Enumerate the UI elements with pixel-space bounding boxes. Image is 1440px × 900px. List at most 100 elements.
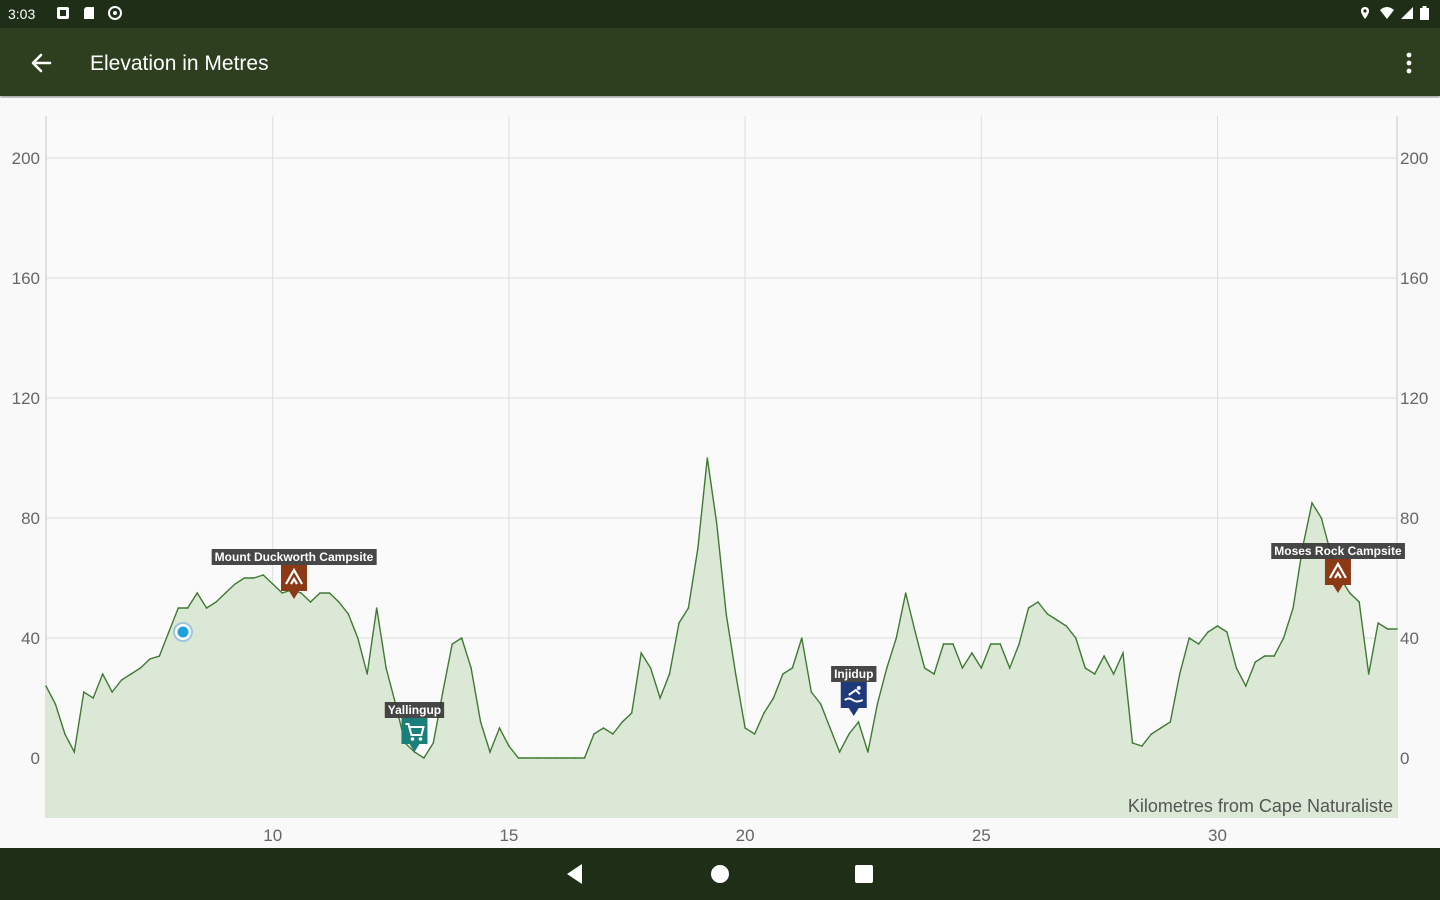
elevation-point — [1348, 592, 1351, 594]
waypoint-label: Moses Rock Campsite — [1274, 544, 1402, 558]
elevation-point — [1027, 607, 1030, 609]
elevation-point — [857, 721, 860, 723]
elevation-point — [1358, 601, 1361, 603]
elevation-point — [1226, 631, 1228, 633]
location-icon — [1361, 7, 1369, 19]
elevation-point — [989, 643, 992, 645]
signal-icon — [1401, 7, 1413, 19]
nav-recents-icon[interactable] — [849, 860, 879, 888]
elevation-point — [621, 721, 624, 723]
elevation-point — [838, 751, 841, 753]
elevation-point — [1018, 643, 1020, 645]
elevation-point — [1377, 622, 1379, 624]
elevation-point — [1273, 655, 1275, 657]
elevation-point — [810, 691, 813, 693]
y-tick-label-left: 120 — [12, 389, 40, 408]
elevation-point — [508, 745, 510, 747]
elevation-point — [451, 643, 454, 645]
elevation-point — [328, 592, 331, 594]
elevation-point — [101, 673, 104, 675]
elevation-point — [1367, 673, 1370, 675]
elevation-point — [555, 757, 557, 759]
elevation-point — [1150, 733, 1153, 735]
battery-icon — [1420, 6, 1429, 20]
elevation-point — [678, 622, 680, 624]
app-bar: Elevation in Metres — [0, 28, 1440, 96]
elevation-point — [564, 757, 567, 759]
elevation-point — [423, 757, 425, 759]
elevation-point — [753, 733, 756, 735]
elevation-point — [92, 697, 95, 699]
waypoint-label: Mount Duckworth Campsite — [215, 550, 374, 564]
elevation-point — [1093, 673, 1096, 675]
elevation-point — [819, 703, 822, 705]
elevation-chart-area[interactable]: 0 0 40 40 80 80 120 120 160 160 200 200 10 15 20 25 30 Ki… — [0, 98, 1440, 848]
cart-wheel — [418, 737, 423, 741]
y-tick-label-left: 80 — [21, 509, 40, 528]
elevation-point — [168, 631, 170, 633]
elevation-point — [1235, 667, 1238, 669]
elevation-point — [158, 655, 161, 657]
elevation-point — [1112, 673, 1115, 675]
elevation-point — [876, 703, 879, 705]
elevation-point — [763, 712, 765, 714]
elevation-point — [1197, 643, 1200, 645]
y-tick-label-left: 0 — [31, 749, 40, 768]
notification-icon — [57, 7, 69, 19]
navigation-bar — [0, 848, 1440, 900]
elevation-point — [697, 547, 699, 549]
y-tick-label-right: 160 — [1400, 269, 1428, 288]
elevation-point — [1320, 517, 1323, 519]
y-tick-label-left: 160 — [12, 269, 40, 288]
elevation-point — [602, 727, 605, 729]
elevation-point — [82, 691, 85, 693]
x-tick-label: 25 — [972, 826, 991, 845]
elevation-point — [1282, 637, 1285, 639]
elevation-point — [281, 592, 283, 594]
location-marker-dot — [177, 626, 189, 638]
elevation-point — [1207, 631, 1209, 633]
elevation-point — [715, 523, 718, 525]
elevation-point — [300, 592, 302, 594]
elevation-point — [545, 757, 548, 759]
elevation-point — [649, 667, 652, 669]
elevation-point — [120, 679, 123, 681]
elevation-point — [734, 673, 737, 675]
elevation-point — [1074, 637, 1077, 639]
y-tick-label-right: 40 — [1400, 629, 1419, 648]
elevation-point — [54, 703, 57, 705]
elevation-point — [1084, 667, 1087, 669]
elevation-point — [630, 712, 633, 714]
nav-home-icon[interactable] — [705, 860, 735, 888]
x-tick-label: 20 — [736, 826, 755, 845]
elevation-point — [1245, 685, 1247, 687]
elevation-point — [583, 757, 586, 759]
elevation-point — [338, 601, 340, 603]
elevation-point — [1169, 721, 1172, 723]
arrow-back-icon[interactable] — [24, 46, 58, 80]
elevation-point — [782, 673, 784, 675]
elevation-point — [1216, 625, 1219, 627]
elevation-point — [149, 658, 151, 660]
elevation-point — [385, 667, 387, 669]
elevation-point — [1386, 628, 1389, 630]
elevation-point — [205, 607, 208, 609]
y-tick-label-left: 200 — [12, 149, 40, 168]
elevation-point — [432, 742, 435, 744]
y-tick-label-right: 200 — [1400, 149, 1428, 168]
nav-back-icon[interactable] — [560, 860, 590, 888]
elevation-point — [177, 607, 180, 609]
elevation-point — [895, 637, 898, 639]
status-bar: 3:03 — [0, 0, 1440, 28]
elevation-point — [1065, 625, 1068, 627]
elevation-point — [791, 667, 794, 669]
elevation-chart[interactable]: 0 0 40 40 80 80 120 120 160 160 200 200 10 15 20 25 30 Ki… — [0, 98, 1440, 848]
elevation-point — [498, 727, 501, 729]
elevation-point — [45, 685, 47, 687]
more-vert-icon[interactable] — [1396, 48, 1422, 78]
x-tick-label: 10 — [263, 826, 282, 845]
elevation-point — [366, 673, 369, 675]
elevation-point — [1131, 742, 1134, 744]
x-tick-label: 15 — [499, 826, 518, 845]
elevation-point — [1046, 613, 1049, 615]
